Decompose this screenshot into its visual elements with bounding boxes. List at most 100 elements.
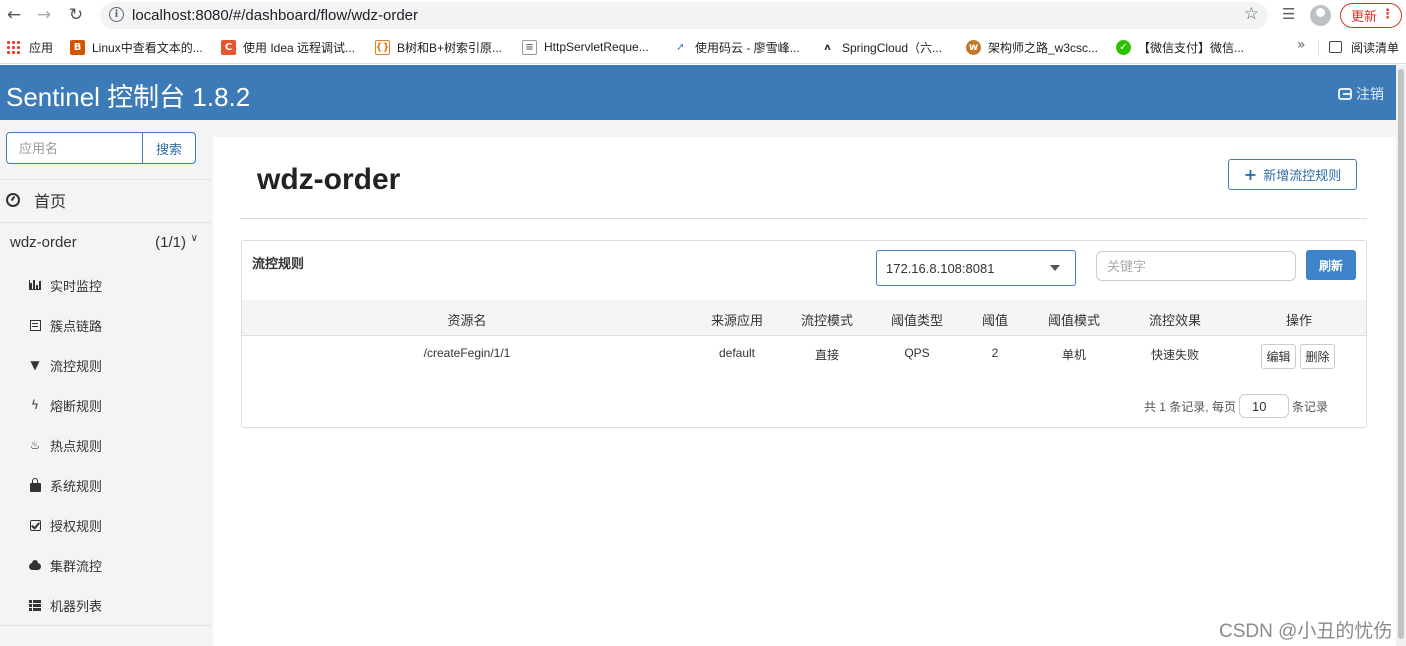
rocket-icon: ➚	[673, 39, 688, 55]
sidebar-item-realtime-monitor[interactable]: 实时监控	[28, 275, 102, 295]
page-size-input[interactable]: 10	[1238, 394, 1289, 418]
menu-label: 集群流控	[50, 558, 103, 574]
address-url[interactable]: localhost:8080/#/dashboard/flow/wdz-orde…	[132, 7, 418, 24]
menu-label: 流控规则	[50, 358, 103, 374]
bookmark-item[interactable]: ✓ 【微信支付】微信...	[1116, 38, 1244, 56]
column-header[interactable]: 阈值模式	[1048, 310, 1100, 329]
column-header[interactable]: 流控模式	[801, 310, 853, 329]
app-search-input[interactable]	[6, 132, 143, 164]
cell-effect: 快速失败	[1150, 348, 1200, 362]
profile-avatar-icon[interactable]	[1310, 5, 1331, 26]
bookmark-label: 使用码云 - 廖雪峰...	[695, 40, 800, 55]
filter-icon: ▼	[30, 358, 40, 372]
sidebar-app-wdz-order[interactable]: wdz-order (1/1) ∨	[10, 233, 200, 251]
bookmarks-overflow-icon[interactable]: »	[1297, 37, 1306, 53]
more-menu-icon[interactable]: ⋮	[1381, 7, 1394, 22]
bookmark-item[interactable]: ≡ HttpServletReque...	[522, 38, 649, 56]
table-row: /createFegin/1/1 default 直接 QPS 2 单机 快速失…	[242, 337, 1366, 375]
bookmark-item[interactable]: B Linux中查看文本的...	[70, 38, 203, 56]
bar-chart-icon	[28, 280, 42, 290]
bookmark-item[interactable]: ➚ 使用码云 - 廖雪峰...	[673, 38, 800, 56]
sidebar-item-hotspot-rules[interactable]: ♨ 热点规则	[28, 435, 102, 455]
update-label: 更新	[1351, 9, 1378, 24]
bookmark-label: HttpServletReque...	[544, 40, 649, 54]
menu-label: 实时监控	[50, 278, 103, 294]
menu-label: 系统规则	[50, 478, 103, 494]
sidebar-item-flow-rules[interactable]: ▼ 流控规则	[28, 355, 102, 375]
column-header[interactable]: 阈值类型	[891, 310, 943, 329]
pager-suffix: 条记录	[1291, 399, 1328, 414]
bookmark-label: 【微信支付】微信...	[1138, 40, 1245, 55]
page-scrollbar[interactable]	[1396, 65, 1406, 646]
chevron-down-icon[interactable]: ∨	[191, 233, 198, 244]
keyword-search-input[interactable]	[1096, 251, 1296, 281]
sidebar-item-home[interactable]: 首页	[6, 188, 66, 212]
bookmarks-divider	[1318, 40, 1319, 56]
scrollbar-thumb[interactable]	[1398, 69, 1404, 639]
watermark: CSDN @小丑的忧伤	[1219, 621, 1393, 642]
bookmark-item[interactable]: C 使用 Idea 远程调试...	[221, 38, 355, 56]
sidebar-item-cluster-link[interactable]: 簇点链路	[28, 315, 102, 335]
bookmark-apps[interactable]: 应用	[6, 38, 53, 56]
sidebar-item-machine-list[interactable]: 机器列表	[28, 595, 102, 615]
delete-button[interactable]: 删除	[1300, 344, 1335, 369]
bookmark-item[interactable]: ʌ SpringCloud（六...	[820, 38, 942, 56]
update-button[interactable]: 更新 ⋮	[1340, 3, 1402, 28]
flash-icon: ϟ	[31, 398, 39, 412]
refresh-button[interactable]: 刷新	[1306, 250, 1356, 280]
column-header[interactable]: 阈值	[982, 310, 1008, 329]
menu-label: 授权规则	[50, 518, 103, 534]
sidebar-item-system-rules[interactable]: 系统规则	[28, 475, 102, 495]
cell-origin: default	[718, 346, 756, 360]
add-flow-rule-label: 新增流控规则	[1263, 168, 1342, 183]
table-header: 资源名 来源应用 流控模式 阈值类型 阈值 阈值模式 流控效果 操作	[242, 300, 1366, 336]
sidebar-item-degrade-rules[interactable]: ϟ 熔断规则	[28, 395, 102, 415]
check-icon	[28, 519, 42, 531]
forward-arrow-icon[interactable]: →	[33, 4, 55, 26]
bookmark-star-icon[interactable]: ☆	[1244, 4, 1259, 24]
site-info-icon[interactable]: i	[109, 7, 124, 22]
app-title: Sentinel 控制台 1.8.2	[6, 82, 251, 112]
bookmark-label: 应用	[29, 40, 54, 55]
media-list-icon[interactable]: ☰	[1282, 5, 1295, 23]
bookmark-label: 使用 Idea 远程调试...	[243, 40, 356, 55]
back-arrow-icon[interactable]: ←	[3, 4, 25, 26]
bookmark-item[interactable]: w 架构师之路_w3csc...	[966, 38, 1098, 56]
table-icon	[28, 599, 42, 611]
address-bar[interactable]: i localhost:8080/#/dashboard/flow/wdz-or…	[100, 2, 1268, 29]
bookmark-item[interactable]: {} B树和B+树索引原...	[375, 38, 502, 56]
machine-select[interactable]: 172.16.8.108:8081	[876, 250, 1076, 286]
sidebar-item-authority-rules[interactable]: 授权规则	[28, 515, 102, 535]
bracket-icon: {}	[375, 39, 390, 55]
logout-link[interactable]: 注销	[1338, 84, 1384, 104]
app-search: 搜索	[6, 132, 196, 164]
app-search-button[interactable]: 搜索	[142, 132, 196, 164]
apps-grid-icon	[6, 40, 20, 54]
logout-icon	[1338, 88, 1352, 100]
column-header[interactable]: 流控效果	[1149, 310, 1201, 329]
title-divider	[240, 218, 1367, 219]
reading-list-label: 阅读清单	[1351, 40, 1400, 55]
app-machine-count: (1/1)	[155, 234, 186, 251]
bird-icon: ʌ	[820, 39, 835, 55]
reload-icon[interactable]: ↻	[65, 4, 87, 26]
edit-button[interactable]: 编辑	[1261, 344, 1296, 369]
pager-prefix: 共 1 条记录, 每页	[1143, 399, 1236, 414]
menu-label: 熔断规则	[50, 398, 103, 414]
machine-selected-value: 172.16.8.108:8081	[886, 260, 995, 276]
cell-cluster-mode: 单机	[1061, 348, 1087, 362]
fire-icon: ♨	[29, 438, 41, 452]
card-title: 流控规则	[252, 256, 305, 271]
cell-strategy: 直接	[814, 348, 840, 362]
column-header[interactable]: 来源应用	[711, 310, 763, 329]
home-label: 首页	[34, 194, 67, 211]
reading-list[interactable]: 阅读清单	[1329, 38, 1399, 56]
caret-down-icon	[1050, 265, 1060, 271]
page-title: wdz-order	[257, 163, 401, 196]
column-header[interactable]: 资源名	[447, 310, 486, 329]
logout-label: 注销	[1356, 86, 1384, 102]
add-flow-rule-button[interactable]: + 新增流控规则	[1228, 159, 1357, 190]
sidebar: 搜索 首页 wdz-order (1/1) ∨ 实时监控 簇点链路 ▼ 流控规则…	[0, 120, 211, 646]
sidebar-item-cluster-flow[interactable]: 集群流控	[28, 555, 102, 575]
menu-label: 簇点链路	[50, 318, 103, 334]
